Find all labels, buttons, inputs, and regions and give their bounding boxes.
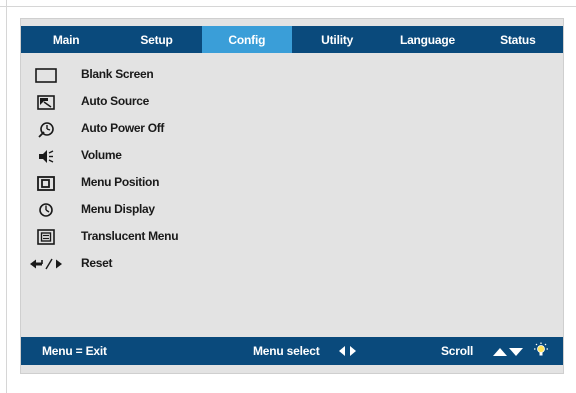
menu-item-label: Menu Display [81, 202, 155, 216]
tab-language[interactable]: Language [382, 26, 472, 53]
translucent-menu-icon [32, 228, 60, 246]
guide-line-vertical [6, 0, 7, 393]
menu-item-blank-screen[interactable]: Blank Screen [21, 62, 563, 89]
auto-power-off-icon [32, 120, 60, 138]
tab-bar: Main Setup Config Utility Language Statu… [21, 26, 563, 53]
tab-config[interactable]: Config [201, 26, 292, 53]
menu-exit-hint: Menu = Exit [42, 344, 107, 358]
menu-display-icon [32, 201, 60, 219]
scroll-hint: Scroll [441, 344, 474, 358]
menu-item-volume[interactable]: Volume [21, 143, 563, 170]
auto-source-icon [32, 93, 60, 111]
blank-screen-icon [32, 66, 60, 84]
lightbulb-icon [533, 342, 549, 358]
tab-main[interactable]: Main [21, 26, 111, 53]
menu-item-menu-display[interactable]: Menu Display [21, 197, 563, 224]
menu-item-label: Auto Power Off [81, 121, 165, 135]
guide-line-horizontal [0, 6, 576, 7]
up-down-arrows-icon [493, 346, 523, 356]
menu-item-label: Translucent Menu [81, 229, 179, 243]
menu-item-label: Volume [81, 148, 122, 162]
menu-select-hint: Menu select [253, 344, 320, 358]
menu-item-translucent-menu[interactable]: Translucent Menu [21, 224, 563, 251]
menu-item-menu-position[interactable]: Menu Position [21, 170, 563, 197]
left-right-arrows-icon [339, 346, 356, 356]
status-bar: Menu = Exit Menu select Scroll [21, 337, 563, 365]
tab-status[interactable]: Status [473, 26, 563, 53]
menu-item-label: Menu Position [81, 175, 160, 189]
menu-item-auto-power-off[interactable]: Auto Power Off [21, 116, 563, 143]
menu-position-icon [32, 174, 60, 192]
menu-item-reset[interactable]: Reset [21, 251, 563, 278]
menu-item-label: Auto Source [81, 94, 150, 108]
tab-utility[interactable]: Utility [292, 26, 382, 53]
osd-menu-panel: Main Setup Config Utility Language Statu… [20, 18, 564, 374]
menu-list: Blank Screen Auto Source Auto Power Off … [21, 62, 563, 278]
menu-item-label: Reset [81, 256, 113, 270]
volume-icon [32, 147, 60, 165]
reset-enter-icon [29, 255, 73, 273]
tab-setup[interactable]: Setup [111, 26, 201, 53]
menu-item-label: Blank Screen [81, 67, 154, 81]
menu-item-auto-source[interactable]: Auto Source [21, 89, 563, 116]
